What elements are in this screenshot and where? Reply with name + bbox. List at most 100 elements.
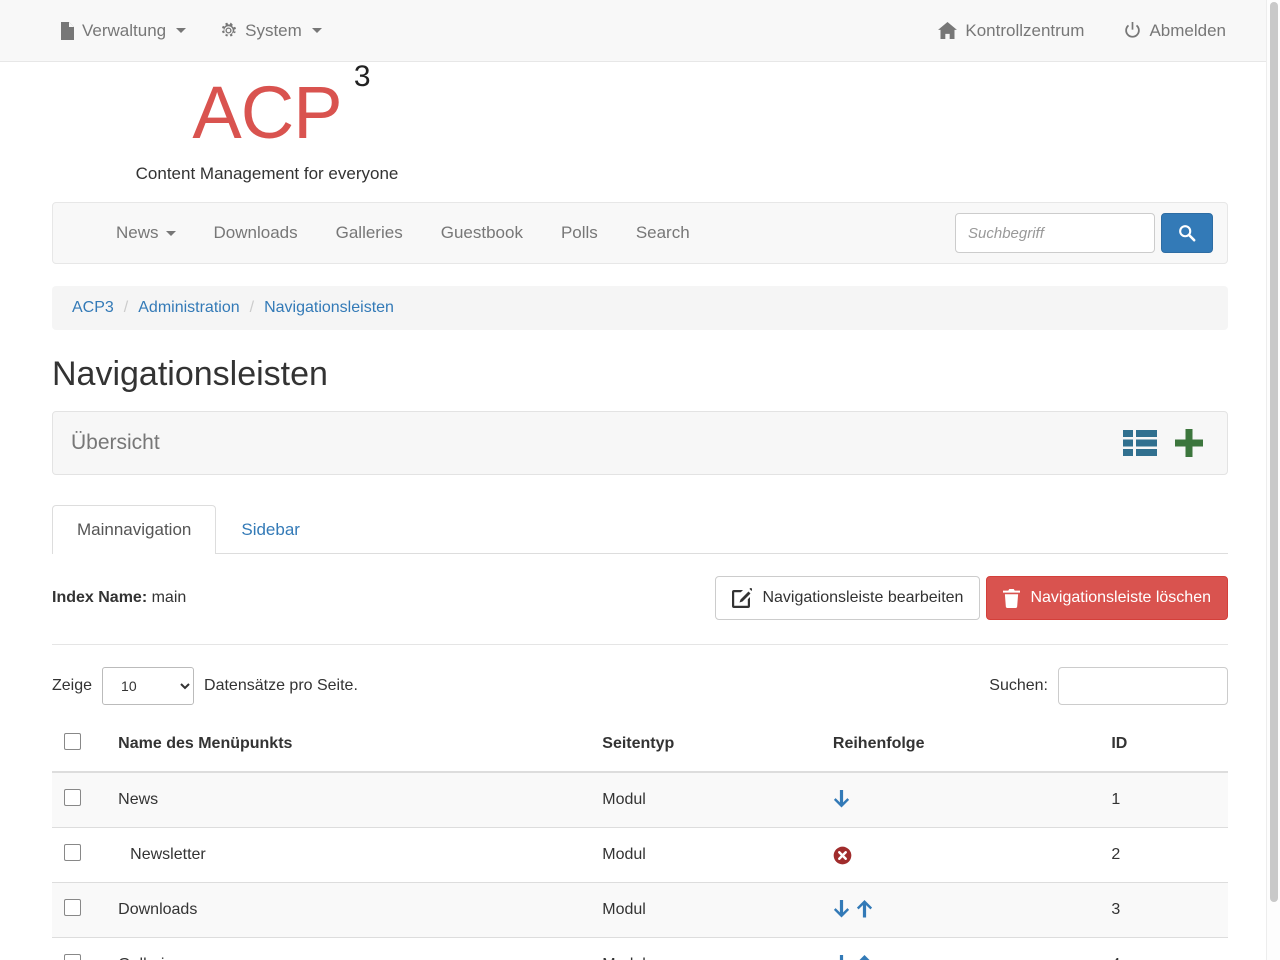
- row-checkbox[interactable]: [64, 899, 81, 917]
- kontrollzentrum-link[interactable]: Kontrollzentrum: [938, 21, 1084, 41]
- row-order-cell: [824, 827, 1104, 884]
- nav-item-news-label: News: [116, 223, 159, 242]
- breadcrumb-item-acp3[interactable]: ACP3: [72, 299, 114, 317]
- tab-sidebar-label: Sidebar: [241, 520, 300, 540]
- delete-navbar-button[interactable]: Navigationsleiste löschen: [986, 576, 1228, 621]
- nav-item-polls[interactable]: Polls: [542, 223, 617, 243]
- chevron-down-icon: [311, 28, 322, 33]
- table-row[interactable]: Newsletter Modul 2: [52, 827, 1228, 884]
- table-length-prefix: Zeige: [52, 677, 93, 695]
- table-length-select[interactable]: 102550100: [102, 667, 195, 706]
- move-down-icon[interactable]: [833, 900, 850, 920]
- table-row[interactable]: Downloads Modul 3: [52, 882, 1228, 939]
- index-name-label: Index Name:: [52, 589, 148, 607]
- site-search-button[interactable]: [1161, 213, 1213, 253]
- table-filter-input[interactable]: [1058, 667, 1228, 706]
- table-length-suffix: Datensätze pro Seite.: [204, 677, 358, 695]
- order-icons: [833, 955, 1095, 960]
- move-up-icon[interactable]: [856, 900, 873, 920]
- logo-superscript: 3: [353, 60, 371, 93]
- row-id-cell: 2: [1103, 827, 1228, 884]
- site-search-input[interactable]: [955, 213, 1155, 253]
- edit-navbar-button-label: Navigationsleiste bearbeiten: [762, 589, 964, 607]
- order-error-icon[interactable]: [833, 846, 852, 865]
- order-icons: [833, 900, 1095, 920]
- overview-panel-heading: Übersicht: [53, 412, 1227, 474]
- site-logo[interactable]: ACP 3 Content Management for everyone: [52, 62, 482, 190]
- row-select-cell: [52, 772, 111, 829]
- page-container: ACP 3 Content Management for everyone New…: [52, 62, 1228, 960]
- breadcrumb-item-navigationsleisten[interactable]: Navigationsleisten: [264, 299, 394, 317]
- tab-mainnavigation[interactable]: Mainnavigation: [52, 505, 217, 555]
- order-icons: [833, 846, 1095, 865]
- overview-panel: Übersicht: [52, 411, 1228, 476]
- row-name-cell: Downloads: [110, 882, 595, 939]
- row-checkbox[interactable]: [64, 954, 81, 960]
- admin-menu-system[interactable]: System: [220, 21, 322, 41]
- column-header-order[interactable]: Reihenfolge: [824, 723, 1104, 774]
- chevron-down-icon: [165, 230, 176, 236]
- select-all-header: [52, 723, 111, 774]
- row-id-cell: 3: [1103, 882, 1228, 939]
- column-header-name[interactable]: Name des Menüpunkts: [110, 723, 595, 774]
- edit-navbar-button[interactable]: Navigationsleiste bearbeiten: [715, 576, 981, 621]
- page-title: Navigationsleisten: [52, 355, 328, 393]
- select-all-checkbox[interactable]: [64, 733, 81, 751]
- row-name: Downloads: [118, 901, 198, 919]
- row-name-cell: News: [110, 772, 595, 829]
- move-up-icon[interactable]: [856, 955, 873, 960]
- logo-text: ACP: [192, 71, 342, 154]
- site-nav-links: News Downloads Galleries Guestbook Polls…: [97, 223, 709, 243]
- navbar-action-row: Index Name: main Navigationsleiste bearb…: [52, 554, 1228, 646]
- table-controls: Zeige 102550100 Datensätze pro Seite. Su…: [52, 645, 1228, 723]
- page-scrollbar[interactable]: [1266, 0, 1280, 960]
- move-down-icon[interactable]: [833, 790, 850, 810]
- breadcrumb-item-administration[interactable]: Administration: [138, 299, 239, 317]
- power-icon: [1124, 22, 1141, 39]
- nav-item-downloads[interactable]: Downloads: [195, 223, 317, 243]
- nav-item-polls-label: Polls: [560, 223, 598, 242]
- nav-item-search-label: Search: [635, 223, 690, 242]
- breadcrumb-separator: /: [123, 299, 129, 316]
- table-filter-label: Suchen:: [989, 677, 1048, 695]
- row-checkbox[interactable]: [64, 789, 81, 807]
- gear-icon: [220, 22, 237, 39]
- tab-sidebar[interactable]: Sidebar: [216, 505, 325, 554]
- nav-item-news[interactable]: News: [97, 223, 195, 243]
- row-name: News: [118, 791, 159, 809]
- admin-menu-verwaltung[interactable]: Verwaltung: [60, 21, 187, 41]
- table-header-row: Name des Menüpunkts Seitentyp Reihenfolg…: [52, 723, 1228, 774]
- row-id-cell: 4: [1103, 937, 1228, 960]
- row-select-cell: [52, 882, 111, 939]
- abmelden-link[interactable]: Abmelden: [1124, 21, 1226, 41]
- row-order-cell: [824, 772, 1104, 829]
- column-header-id[interactable]: ID: [1103, 723, 1228, 774]
- nav-item-galleries-label: Galleries: [335, 223, 403, 242]
- breadcrumb: ACP3 / Administration / Navigationsleist…: [52, 286, 1228, 330]
- index-name: Index Name: main: [52, 589, 186, 607]
- column-header-type[interactable]: Seitentyp: [594, 723, 825, 774]
- row-type-cell: Modul: [594, 937, 825, 960]
- table-row[interactable]: Galleries Modul 4: [52, 937, 1228, 960]
- row-order-cell: [824, 937, 1104, 960]
- nav-item-guestbook[interactable]: Guestbook: [422, 223, 542, 243]
- file-icon: [60, 21, 74, 40]
- logo-wordmark: ACP 3: [192, 62, 370, 150]
- site-search-form: [955, 213, 1213, 253]
- search-icon: [1178, 224, 1196, 242]
- nav-item-search[interactable]: Search: [617, 223, 709, 243]
- table-row[interactable]: News Modul 1: [52, 772, 1228, 829]
- admin-bar-left-group: Verwaltung System: [60, 21, 322, 41]
- plus-icon[interactable]: [1173, 427, 1205, 459]
- delete-navbar-button-label: Navigationsleiste löschen: [1030, 589, 1211, 607]
- admin-bar-right-group: Kontrollzentrum Abmelden: [938, 21, 1258, 41]
- row-type-cell: Modul: [594, 882, 825, 939]
- row-type-cell: Modul: [594, 827, 825, 884]
- nav-item-galleries[interactable]: Galleries: [317, 223, 422, 243]
- navbar-tabs: Mainnavigation Sidebar: [52, 505, 1228, 555]
- row-checkbox[interactable]: [64, 844, 81, 862]
- list-icon[interactable]: [1123, 429, 1157, 457]
- move-down-icon[interactable]: [833, 955, 850, 960]
- page-scrollbar-thumb[interactable]: [1270, 2, 1278, 902]
- row-select-cell: [52, 827, 111, 884]
